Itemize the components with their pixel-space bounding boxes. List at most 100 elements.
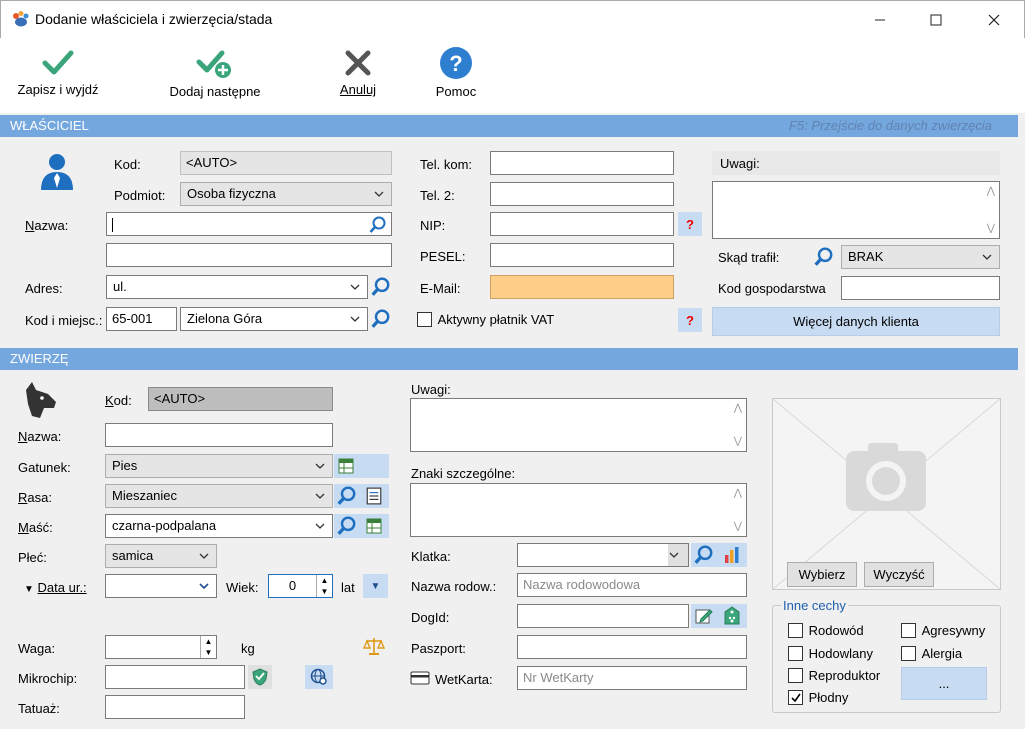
checkbox-box [901,623,916,639]
owner-podmiot-select[interactable]: Osoba fizyczna [180,182,392,206]
animal-uwagi-label: Uwagi: [411,382,451,397]
stepper-arrows-icon[interactable]: ▲ ▼ [316,575,332,597]
skad-select[interactable]: BRAK [841,245,1000,269]
alergia-checkbox[interactable]: Alergia [901,645,962,662]
vat-checkbox[interactable]: Aktywny płatnik VAT [417,311,554,328]
agresywny-checkbox[interactable]: Agresywny [901,622,985,639]
help-button[interactable]: ? Pomoc [428,46,484,99]
city-select[interactable]: Zielona Góra [180,307,368,331]
owner-nazwa2-input[interactable] [106,243,392,267]
dog-tag-icon[interactable] [723,606,741,626]
chevron-down-icon [314,488,326,504]
tel2-input[interactable] [490,182,674,206]
rodowod-checkbox[interactable]: Rodowód [788,622,864,639]
search-icon[interactable] [337,486,357,506]
title-bar: Dodanie właściciela i zwierzęcia/stada [0,0,1025,38]
wiek-stepper[interactable]: 0 ▲ ▼ [268,574,333,598]
scroll-up-icon[interactable]: ⋀ [734,403,742,414]
kod-gosp-input[interactable] [841,276,1000,300]
rasa-select[interactable]: Mieszaniec [105,484,333,508]
klatka-select[interactable] [517,543,689,567]
bar-chart-icon[interactable] [723,546,741,564]
scroll-down-icon[interactable]: ⋁ [987,223,995,234]
stepper-arrows-icon[interactable]: ▲ ▼ [200,636,216,658]
nip-input[interactable] [490,212,674,236]
data-ur-picker[interactable] [105,574,217,598]
chip-scan-button[interactable] [248,665,272,689]
klatka-label: Klatka: [411,549,451,564]
add-next-button[interactable]: Dodaj następne [160,48,270,99]
scroll-up-icon[interactable]: ⋀ [734,488,742,499]
cancel-button[interactable]: Anuluj [330,48,386,97]
reproduktor-checkbox[interactable]: Reproduktor [788,667,880,684]
plec-select[interactable]: samica [105,544,217,568]
dogid-input[interactable] [517,604,689,628]
photo-panel: Wybierz Wyczyść [772,398,1001,590]
wetkarta-placeholder: Nr WetKarty [523,670,594,685]
maximize-button[interactable] [913,1,959,39]
wetkarta-input[interactable]: Nr WetKarty [517,666,747,690]
mikrochip-input[interactable] [105,665,245,689]
add-next-label: Dodaj następne [169,84,261,99]
checkbox-box [788,646,803,662]
edit-icon[interactable] [695,607,713,625]
znaki-textarea[interactable]: ⋀ ⋁ [410,483,747,537]
gatunek-select[interactable]: Pies [105,454,333,478]
tel-kom-input[interactable] [490,151,674,175]
lat-dropdown-button[interactable]: ▼ [363,574,388,598]
save-exit-button[interactable]: Zapisz i wyjdź [10,48,106,97]
plodny-checkbox[interactable]: Płodny [788,689,848,706]
minimize-button[interactable] [857,1,903,39]
chip-globe-button[interactable] [305,665,333,689]
animal-uwagi-textarea[interactable]: ⋀ ⋁ [410,398,747,452]
postal-code-input[interactable]: 65-001 [106,307,177,331]
pesel-input[interactable] [490,243,674,267]
search-icon [814,247,833,266]
tatuaz-input[interactable] [105,695,245,719]
data-ur-toggle[interactable]: ▼ Data ur.: [24,580,87,595]
owner-uwagi-textarea[interactable]: ⋀ ⋁ [712,181,1000,239]
kg-label: kg [241,641,255,656]
table-icon[interactable] [338,458,354,474]
paszport-input[interactable] [517,635,747,659]
triangle-down-icon: ▼ [24,584,34,595]
rasa-label: Rasa: [18,490,52,505]
scale-icon[interactable] [363,636,385,656]
masc-select[interactable]: czarna-podpalana [105,514,333,538]
minimize-icon [875,19,885,21]
waga-label: Waga: [18,641,56,656]
search-icon[interactable] [337,516,357,536]
owner-nazwa-input[interactable] [106,212,392,236]
search-icon[interactable] [369,216,387,234]
scroll-down-icon[interactable]: ⋁ [734,521,742,532]
nazwa-rod-input[interactable]: Nazwa rodowodowa [517,573,747,597]
pesel-label: PESEL: [420,249,466,264]
city-search-button[interactable] [369,307,393,331]
tel-kom-label: Tel. kom: [420,157,473,172]
more-traits-button[interactable]: ... [901,667,987,700]
owner-adres-select[interactable]: ul. [106,275,368,299]
plec-label: Płeć: [18,550,47,565]
animal-nazwa-input[interactable] [105,423,333,447]
photo-choose-label: Wybierz [798,567,846,582]
more-client-data-button[interactable]: Więcej danych klienta [712,307,1000,336]
photo-placeholder-icon [773,399,1000,589]
photo-choose-button[interactable]: Wybierz [787,562,857,587]
question-icon: ? [686,312,694,328]
vat-help-button[interactable]: ? [678,308,702,332]
document-list-icon[interactable] [365,487,383,505]
adres-search-button[interactable] [369,275,393,299]
search-icon [371,277,390,296]
skad-search-button[interactable] [812,245,836,269]
search-icon[interactable] [694,545,714,565]
scroll-down-icon[interactable]: ⋁ [734,436,742,447]
scroll-up-icon[interactable]: ⋀ [987,186,995,197]
close-button[interactable] [971,1,1017,39]
nip-help-button[interactable]: ? [678,212,702,236]
hodowlany-checkbox[interactable]: Hodowlany [788,645,873,662]
email-input[interactable] [490,275,674,299]
photo-clear-button[interactable]: Wyczyść [864,562,934,587]
waga-stepper[interactable]: ▲ ▼ [105,635,217,659]
wiek-label: Wiek: [226,580,259,595]
table-icon[interactable] [366,518,382,534]
